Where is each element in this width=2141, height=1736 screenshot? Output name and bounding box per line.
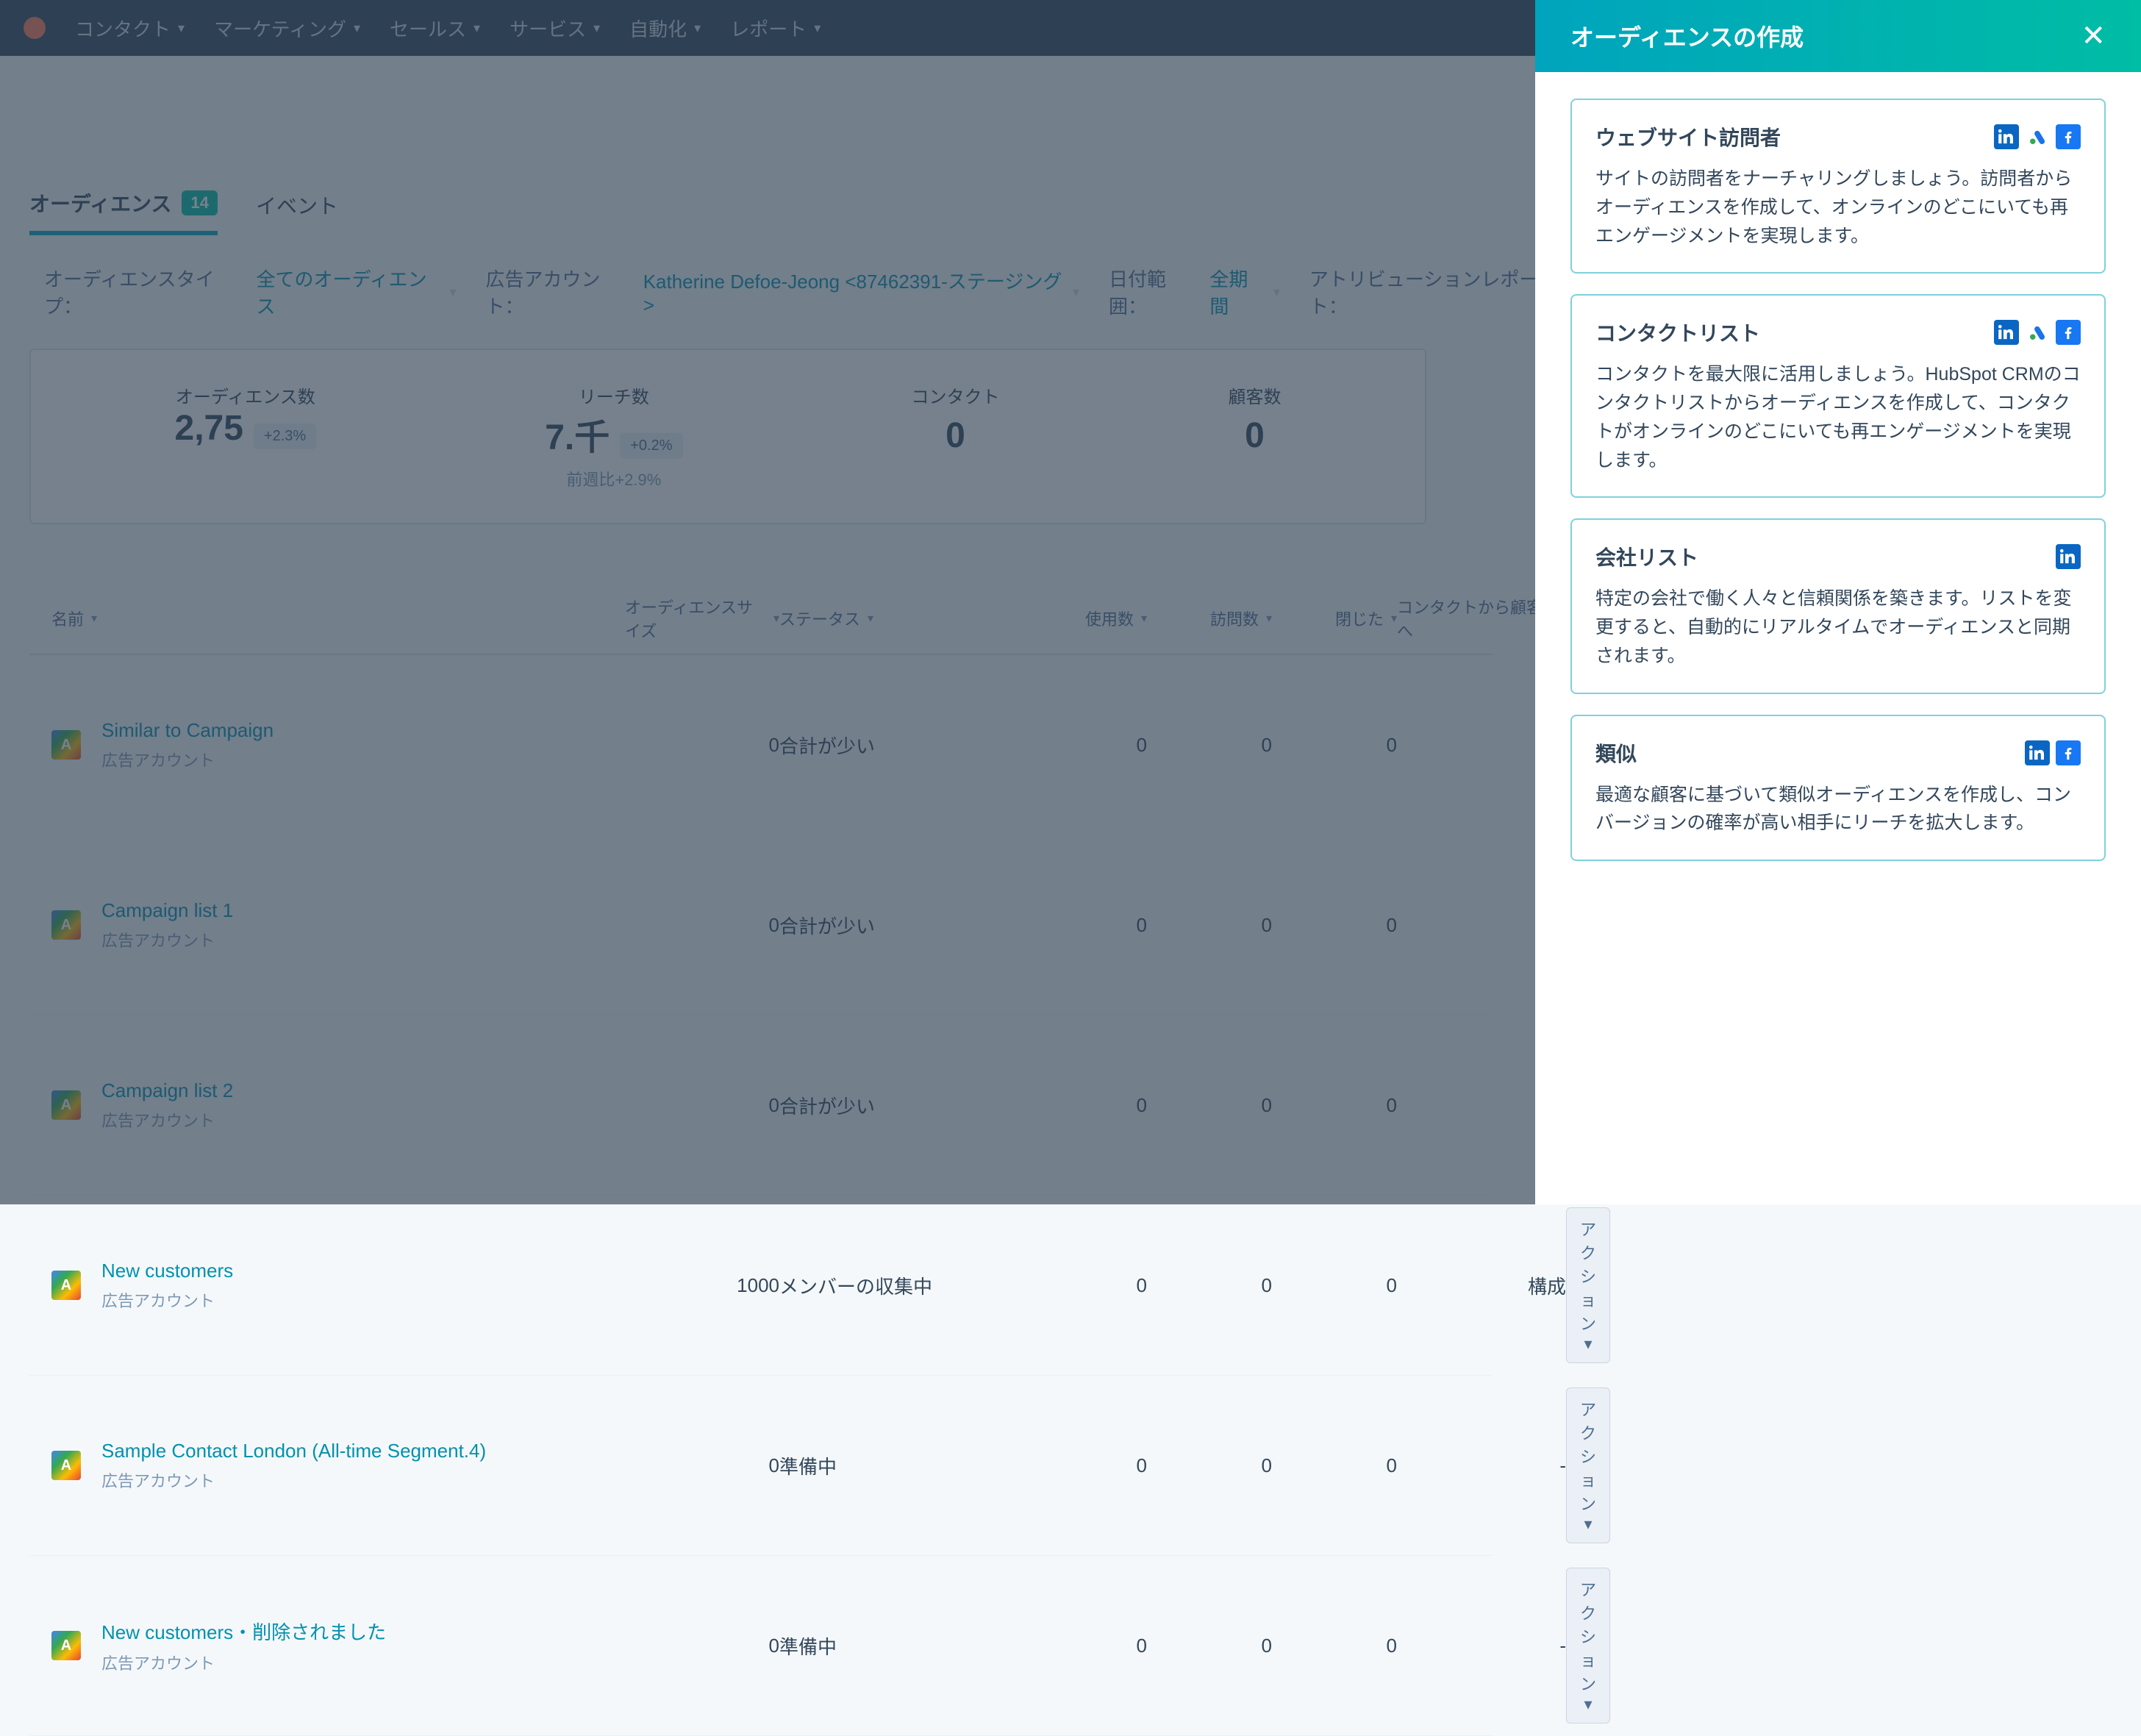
row-action-button[interactable]: アクション ▾ bbox=[1566, 1207, 1610, 1363]
create-audience-panel: オーディエンスの作成 ✕ ウェブサイト訪問者 サイトの訪問者をナーチャリングしま… bbox=[1535, 0, 2141, 1204]
facebook-icon bbox=[2056, 124, 2081, 149]
cell-visits: 0 bbox=[1147, 1274, 1272, 1297]
card-title: ウェブサイト訪問者 bbox=[1595, 122, 1781, 151]
audience-type-card[interactable]: 類似 最適な顧客に基づいて類似オーディエンスを作成し、コンバージョンの確率が高い… bbox=[1570, 715, 2106, 862]
row-action-button[interactable]: アクション ▾ bbox=[1566, 1387, 1610, 1543]
facebook-icon bbox=[2056, 740, 2081, 765]
card-title: 会社リスト bbox=[1595, 542, 1698, 571]
linkedin-icon bbox=[2056, 544, 2081, 569]
cell-closed: 0 bbox=[1272, 1454, 1397, 1477]
network-icons bbox=[1994, 124, 2081, 149]
google-ads-icon: A bbox=[51, 1451, 81, 1480]
google-ads-icon: A bbox=[51, 1271, 81, 1300]
card-title: 類似 bbox=[1595, 738, 1637, 768]
panel-header: オーディエンスの作成 ✕ bbox=[1535, 0, 2141, 72]
audience-type-card[interactable]: 会社リスト 特定の会社で働く人々と信頼関係を築きます。リストを変更すると、自動的… bbox=[1570, 518, 2106, 693]
panel-title: オーディエンスの作成 bbox=[1570, 19, 1804, 53]
card-description: 特定の会社で働く人々と信頼関係を築きます。リストを変更すると、自動的にリアルタイ… bbox=[1595, 585, 2081, 670]
card-description: コンタクトを最大限に活用しましょう。HubSpot CRMのコンタクトリストから… bbox=[1595, 360, 2081, 474]
table-row[interactable]: A Sample Contact London (All-time Segmen… bbox=[29, 1376, 1493, 1556]
cell-status: 準備中 bbox=[779, 1452, 1022, 1479]
cell-used: 0 bbox=[1022, 1454, 1147, 1477]
audience-type-card[interactable]: ウェブサイト訪問者 サイトの訪問者をナーチャリングしましょう。訪問者からオーディ… bbox=[1570, 99, 2106, 274]
card-title: コンタクトリスト bbox=[1595, 318, 1760, 347]
cell-size: 0 bbox=[625, 1635, 779, 1657]
row-subtitle: 広告アカウント bbox=[101, 1468, 486, 1492]
cell-c2c: - bbox=[1397, 1635, 1566, 1657]
cell-status: メンバーの収集中 bbox=[779, 1272, 1022, 1299]
linkedin-icon bbox=[2025, 740, 2050, 765]
cell-c2c: - bbox=[1397, 1454, 1566, 1477]
cell-size: 1000 bbox=[625, 1274, 779, 1297]
row-title[interactable]: New customers・削除されました bbox=[101, 1618, 386, 1645]
card-description: 最適な顧客に基づいて類似オーディエンスを作成し、コンバージョンの確率が高い相手に… bbox=[1595, 781, 2081, 838]
google-ads-icon bbox=[2025, 320, 2050, 345]
audience-type-card[interactable]: コンタクトリスト コンタクトを最大限に活用しましょう。HubSpot CRMのコ… bbox=[1570, 294, 2106, 498]
close-icon[interactable]: ✕ bbox=[2081, 21, 2106, 51]
cell-size: 0 bbox=[625, 1454, 779, 1477]
cell-status: 準備中 bbox=[779, 1632, 1022, 1660]
cell-c2c: 構成 bbox=[1397, 1272, 1566, 1299]
network-icons bbox=[2025, 740, 2081, 765]
cell-visits: 0 bbox=[1147, 1454, 1272, 1477]
network-icons bbox=[2056, 544, 2081, 569]
network-icons bbox=[1994, 320, 2081, 345]
cell-closed: 0 bbox=[1272, 1635, 1397, 1657]
table-row[interactable]: A New customers・削除されました 広告アカウント 0 準備中 0 … bbox=[29, 1556, 1493, 1736]
google-ads-icon bbox=[2025, 124, 2050, 149]
google-ads-icon: A bbox=[51, 1631, 81, 1660]
panel-body: ウェブサイト訪問者 サイトの訪問者をナーチャリングしましょう。訪問者からオーディ… bbox=[1535, 72, 2141, 887]
row-action-button[interactable]: アクション ▾ bbox=[1566, 1568, 1610, 1724]
row-title[interactable]: Sample Contact London (All-time Segment.… bbox=[101, 1440, 486, 1462]
row-subtitle: 広告アカウント bbox=[101, 1651, 386, 1674]
cell-closed: 0 bbox=[1272, 1274, 1397, 1297]
linkedin-icon bbox=[1994, 124, 2019, 149]
cell-visits: 0 bbox=[1147, 1635, 1272, 1657]
card-description: サイトの訪問者をナーチャリングしましょう。訪問者からオーディエンスを作成して、オ… bbox=[1595, 165, 2081, 250]
facebook-icon bbox=[2056, 320, 2081, 345]
row-title[interactable]: New customers bbox=[101, 1260, 233, 1282]
cell-used: 0 bbox=[1022, 1635, 1147, 1657]
table-row[interactable]: A New customers 広告アカウント 1000 メンバーの収集中 0 … bbox=[29, 1196, 1493, 1376]
cell-used: 0 bbox=[1022, 1274, 1147, 1297]
linkedin-icon bbox=[1994, 320, 2019, 345]
row-subtitle: 広告アカウント bbox=[101, 1288, 233, 1312]
